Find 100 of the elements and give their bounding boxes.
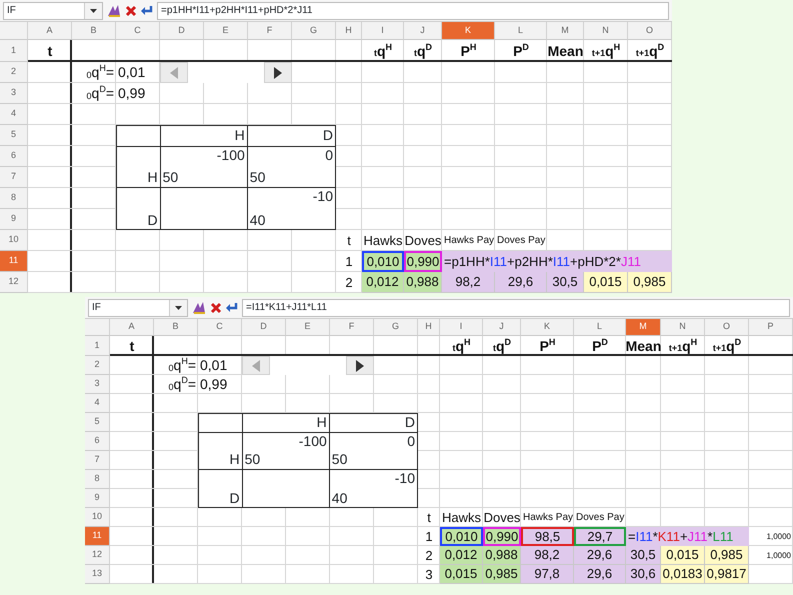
row-header[interactable]: 7 [0, 167, 28, 188]
row-header[interactable]: 10 [0, 230, 28, 251]
row-header[interactable]: 4 [0, 104, 28, 125]
column-header[interactable]: D [160, 22, 204, 40]
name-box-field[interactable]: IF [88, 298, 188, 316]
function-wizard-icon[interactable] [192, 301, 206, 314]
table-cell: 0,985 [705, 546, 749, 565]
column-header[interactable]: E [286, 319, 330, 336]
row-header[interactable]: 12 [0, 272, 28, 293]
function-wizard-icon[interactable] [107, 4, 121, 17]
column-header[interactable]: F [330, 319, 374, 336]
column-header[interactable]: I [440, 319, 483, 336]
column-header[interactable]: O [628, 22, 672, 40]
scrollbar[interactable] [160, 62, 292, 83]
dropdown-button[interactable] [169, 300, 187, 316]
column-title: $_{t+1}$q$^{H}$ [590, 40, 622, 61]
row-header[interactable]: 7 [85, 451, 110, 470]
table-cell-text: Hawks [362, 232, 404, 250]
table-cell: 0,012 [362, 272, 404, 293]
column-header[interactable]: B [72, 22, 116, 40]
column-header[interactable]: K [442, 22, 495, 40]
column-header[interactable]: L [574, 319, 626, 336]
cell-formula-editor[interactable]: =p1HH*I11+p2HH*I11+pHD*2*J11 [442, 251, 672, 272]
payoff-value: -100 [216, 148, 245, 163]
matrix-column-label: H [234, 128, 245, 144]
table-cell: 97,8 [521, 565, 574, 584]
table-cell: 0,990 [483, 527, 521, 546]
row-header[interactable]: 2 [85, 356, 110, 375]
table-cell-text: t [346, 232, 352, 250]
column-header[interactable]: K [521, 319, 574, 336]
accept-icon[interactable] [226, 302, 238, 313]
formula-input[interactable]: =I11*K11+J11*L11 [242, 298, 790, 316]
column-header[interactable]: P [749, 319, 793, 336]
column-header[interactable]: C [116, 22, 160, 40]
table-cell-text: 1,0000 [766, 530, 792, 542]
row-header[interactable]: 10 [85, 508, 110, 527]
column-header[interactable]: E [204, 22, 248, 40]
column-header[interactable]: H [336, 22, 362, 40]
row-header[interactable]: 2 [0, 62, 28, 83]
right-triangle-icon [356, 360, 364, 372]
matrix-row-label: H [228, 452, 240, 468]
row-header[interactable]: 13 [85, 565, 110, 584]
row-header[interactable]: 9 [85, 489, 110, 508]
column-header[interactable]: N [661, 319, 705, 336]
column-title: P$^{D}$ [512, 40, 530, 60]
row-header[interactable]: 6 [0, 146, 28, 167]
column-header[interactable]: J [483, 319, 521, 336]
column-header[interactable]: N [584, 22, 628, 40]
column-header[interactable]: G [292, 22, 336, 40]
accept-icon[interactable] [141, 5, 153, 16]
row-header[interactable]: 3 [85, 375, 110, 394]
name-box-field[interactable]: IF [3, 2, 103, 20]
row-header[interactable]: 5 [85, 413, 110, 432]
column-header[interactable]: B [154, 319, 198, 336]
row-header[interactable]: 9 [0, 209, 28, 230]
column-header[interactable]: J [404, 22, 442, 40]
table-cell: 30,5 [626, 546, 661, 565]
table-cell: 98,5 [521, 527, 574, 546]
table-cell-text: Doves Pay [496, 234, 546, 248]
payoff-value: -100 [298, 434, 327, 449]
scroll-right-button[interactable] [264, 62, 292, 83]
row-header[interactable]: 5 [0, 125, 28, 146]
row-header[interactable]: 11 [0, 251, 28, 272]
column-header[interactable]: A [28, 22, 72, 40]
row-header[interactable]: 8 [0, 188, 28, 209]
cell-formula-editor[interactable]: =I11*K11+J11*L11 [626, 527, 749, 546]
column-title: $_{t}$q$^{D}$ [492, 336, 512, 356]
row-header[interactable]: 4 [85, 394, 110, 413]
column-header[interactable]: L [495, 22, 547, 40]
dropdown-button[interactable] [84, 2, 102, 18]
column-header[interactable]: D [242, 319, 286, 336]
row-header[interactable]: 1 [0, 40, 28, 62]
row-header[interactable]: 8 [85, 470, 110, 489]
scrollbar[interactable] [242, 356, 374, 375]
row-header[interactable]: 12 [85, 546, 110, 565]
scroll-right-button[interactable] [346, 356, 374, 375]
cancel-icon[interactable] [125, 4, 137, 16]
column-header[interactable]: A [110, 319, 154, 336]
row-header[interactable]: 3 [0, 83, 28, 104]
column-title: $_{t+1}$q$^{D}$ [634, 40, 666, 61]
column-header[interactable]: M [547, 22, 584, 40]
table-cell: 29,6 [574, 546, 626, 565]
row-header[interactable]: 1 [85, 336, 110, 356]
column-header[interactable]: G [374, 319, 418, 336]
row-header[interactable]: 11 [85, 527, 110, 546]
column-header[interactable]: F [248, 22, 292, 40]
column-header[interactable]: H [418, 319, 440, 336]
cancel-icon[interactable] [210, 302, 222, 314]
column-header[interactable]: I [362, 22, 404, 40]
table-cell-text: Doves Pay [575, 511, 626, 525]
column-header[interactable]: C [198, 319, 242, 336]
column-header[interactable]: M [626, 319, 661, 336]
table-cell: 0,010 [362, 251, 404, 272]
table-cell: 0,9817 [705, 565, 749, 584]
table-cell-text: 0,99 [117, 84, 146, 103]
column-header[interactable]: O [705, 319, 749, 336]
formula-input[interactable]: =p1HH*I11+p2HH*I11+pHD*2*J11 [157, 2, 669, 20]
row-header[interactable]: 6 [85, 432, 110, 451]
matrix-column-label: D [404, 415, 415, 430]
table-cell-text: $_{0}$q$^{H}$= [86, 62, 115, 82]
